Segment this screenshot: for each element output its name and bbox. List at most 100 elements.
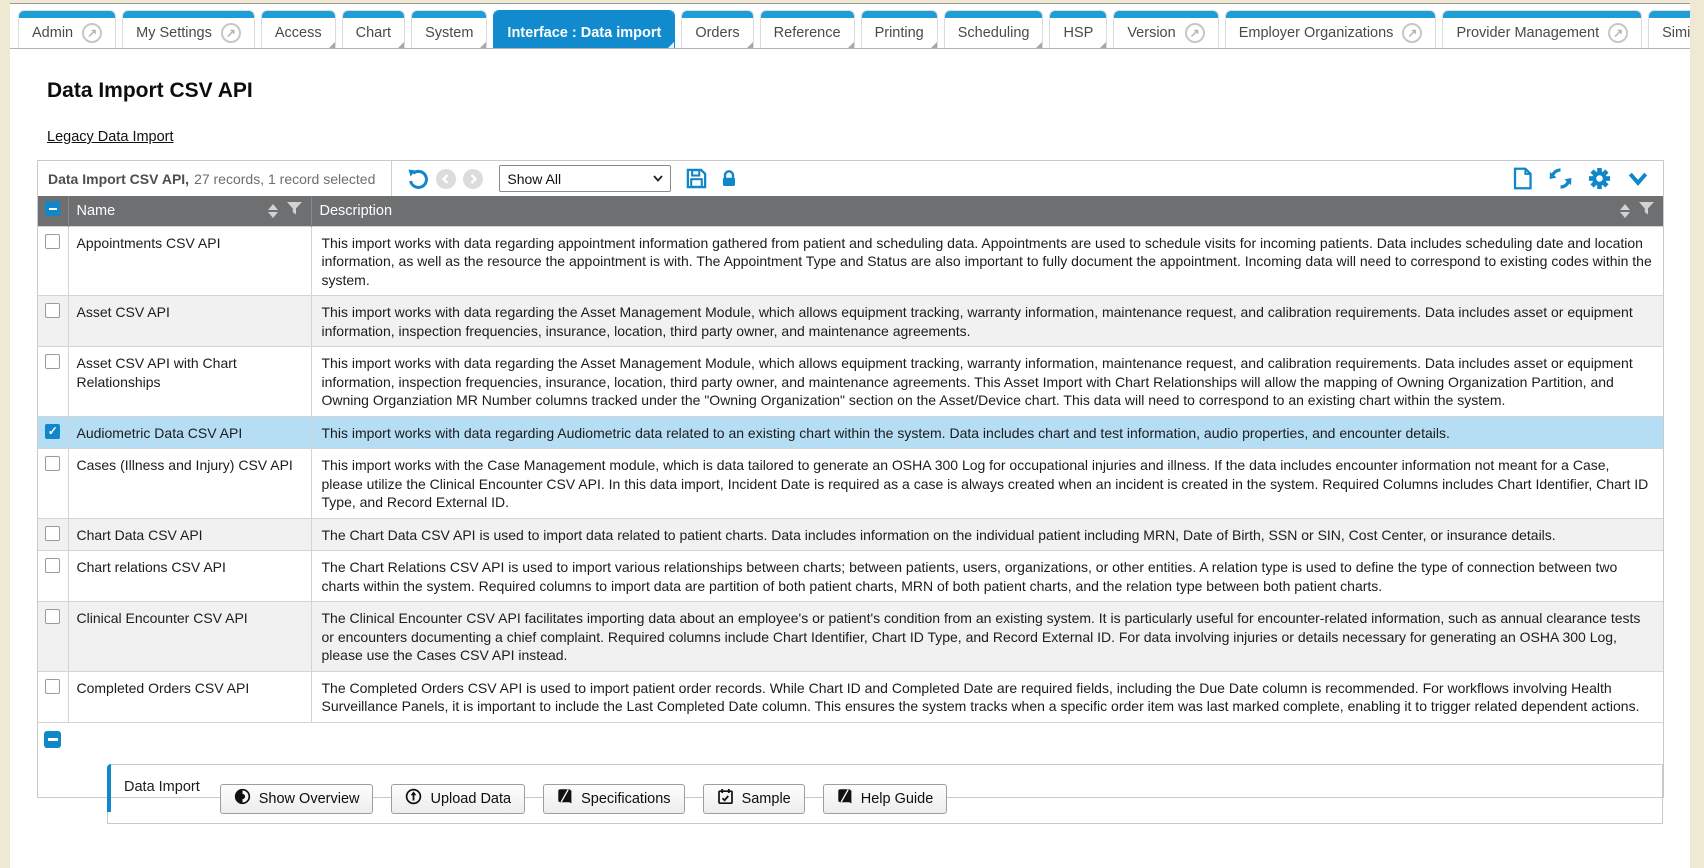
nav-tab[interactable]: Admin ↗ <box>18 10 116 48</box>
row-checkbox[interactable] <box>45 679 60 694</box>
footer-button-label: Show Overview <box>259 791 360 807</box>
popout-icon[interactable]: ↗ <box>1402 23 1422 43</box>
collapse-grid-chevron-icon[interactable] <box>1627 170 1649 188</box>
table-row[interactable]: Appointments CSV API This import works w… <box>38 226 1663 296</box>
nav-tab[interactable]: Printing <box>861 10 938 48</box>
footer-buttons: Show Overview Upload Data Specifications… <box>220 784 948 814</box>
popout-icon[interactable]: ↗ <box>82 23 102 43</box>
footer-action-button[interactable]: Specifications <box>543 784 684 814</box>
next-page-icon[interactable] <box>463 169 483 189</box>
tab-accent-cap <box>19 11 115 18</box>
detail-panel: Data Import Show Overview Upload Data Sp… <box>107 764 1663 824</box>
row-name: Chart Data CSV API <box>68 518 311 551</box>
filter-funnel-icon[interactable] <box>286 201 303 220</box>
popout-icon[interactable]: ↗ <box>1185 23 1205 43</box>
records-summary: 27 records, 1 record selected <box>194 171 375 187</box>
tab-label: Orders <box>695 25 739 41</box>
nav-tab[interactable]: My Settings ↗ <box>122 10 255 48</box>
tab-accent-cap <box>412 11 486 18</box>
nav-tab[interactable]: Employer Organizations ↗ <box>1225 10 1437 48</box>
row-checkbox[interactable] <box>45 456 60 471</box>
book-icon <box>557 788 573 809</box>
table-row[interactable]: Completed Orders CSV API The Completed O… <box>38 671 1663 722</box>
nav-tab[interactable]: Similar Exposure Groups (SE <box>1648 10 1690 48</box>
tab-accent-cap <box>862 11 937 18</box>
nav-tab[interactable]: Interface : Data import <box>493 10 675 48</box>
sort-icon[interactable] <box>268 204 278 218</box>
row-checkbox[interactable] <box>45 303 60 318</box>
filter-select[interactable]: Show All <box>499 165 671 192</box>
table-row[interactable]: Clinical Encounter CSV API The Clinical … <box>38 602 1663 672</box>
popout-icon[interactable]: ↗ <box>221 23 241 43</box>
tab-label: Version <box>1127 25 1175 41</box>
data-table: Name Description <box>38 196 1663 722</box>
row-name: Audiometric Data CSV API <box>68 416 311 449</box>
prev-page-icon[interactable] <box>436 169 456 189</box>
detail-tab-data-import[interactable]: Data Import <box>124 775 200 795</box>
table-row[interactable]: Chart Data CSV API The Chart Data CSV AP… <box>38 518 1663 551</box>
nav-tab[interactable]: Chart <box>342 10 405 48</box>
nav-tab[interactable]: Scheduling <box>944 10 1044 48</box>
filter-funnel-icon[interactable] <box>1638 201 1655 220</box>
row-checkbox[interactable] <box>45 424 60 439</box>
row-description: The Clinical Encounter CSV API facilitat… <box>311 602 1663 672</box>
nav-tab[interactable]: Access <box>261 10 336 48</box>
tab-bar: Admin ↗ My Settings ↗ Access Chart Syste… <box>10 4 1690 49</box>
app-window: Admin ↗ My Settings ↗ Access Chart Syste… <box>10 3 1690 868</box>
tab-label: Access <box>275 25 322 41</box>
sort-icon[interactable] <box>1620 204 1630 218</box>
table-row[interactable]: Audiometric Data CSV API This import wor… <box>38 416 1663 449</box>
footer-action-button[interactable]: Show Overview <box>220 784 374 814</box>
row-checkbox[interactable] <box>45 609 60 624</box>
footer-button-label: Sample <box>742 791 791 807</box>
tab-accent-cap <box>494 11 674 18</box>
row-description: This import works with the Case Manageme… <box>311 449 1663 519</box>
row-checkbox[interactable] <box>45 526 60 541</box>
gear-icon[interactable] <box>1588 167 1611 190</box>
grid-footer: Data Import Show Overview Upload Data Sp… <box>38 722 1663 797</box>
column-header-description[interactable]: Description <box>311 196 1663 226</box>
undo-icon[interactable] <box>405 167 429 191</box>
collapse-section-button[interactable] <box>44 731 61 748</box>
footer-action-button[interactable]: Help Guide <box>823 784 948 814</box>
row-name: Asset CSV API with Chart Relationships <box>68 347 311 417</box>
save-icon[interactable] <box>685 167 708 190</box>
refresh-icon[interactable] <box>1549 167 1572 190</box>
nav-tab[interactable]: Reference <box>760 10 855 48</box>
tab-label: Scheduling <box>958 25 1030 41</box>
row-description: This import works with data regarding th… <box>311 296 1663 347</box>
table-row[interactable]: Asset CSV API with Chart Relationships T… <box>38 347 1663 417</box>
row-checkbox[interactable] <box>45 234 60 249</box>
menu-fold-icon <box>398 42 404 48</box>
row-checkbox[interactable] <box>45 558 60 573</box>
row-description: This import works with data regarding th… <box>311 347 1663 417</box>
footer-button-label: Help Guide <box>861 791 934 807</box>
row-name: Cases (Illness and Injury) CSV API <box>68 449 311 519</box>
new-document-icon[interactable] <box>1512 167 1533 190</box>
nav-tab[interactable]: System <box>411 10 487 48</box>
footer-button-label: Upload Data <box>430 791 511 807</box>
eye-icon <box>234 788 251 809</box>
tab-accent-cap <box>1226 11 1436 18</box>
footer-action-button[interactable]: Upload Data <box>391 784 525 814</box>
lock-icon[interactable] <box>719 168 739 189</box>
table-row[interactable]: Chart relations CSV API The Chart Relati… <box>38 551 1663 602</box>
tab-accent-cap <box>343 11 404 18</box>
legacy-data-import-link[interactable]: Legacy Data Import <box>47 129 174 145</box>
footer-action-button[interactable]: Sample <box>703 784 805 814</box>
tab-label: My Settings <box>136 25 212 41</box>
table-row[interactable]: Cases (Illness and Injury) CSV API This … <box>38 449 1663 519</box>
row-checkbox[interactable] <box>45 354 60 369</box>
nav-tab[interactable]: HSP <box>1049 10 1107 48</box>
select-all-checkbox[interactable] <box>45 201 60 216</box>
tab-label: Printing <box>875 25 924 41</box>
nav-tab[interactable]: Version ↗ <box>1113 10 1218 48</box>
popout-icon[interactable]: ↗ <box>1608 23 1628 43</box>
column-header-name[interactable]: Name <box>68 196 311 226</box>
table-row[interactable]: Asset CSV API This import works with dat… <box>38 296 1663 347</box>
grid-toolbar: Data Import CSV API, 27 records, 1 recor… <box>38 161 1663 196</box>
nav-tab[interactable]: Orders <box>681 10 753 48</box>
nav-tab[interactable]: Provider Management ↗ <box>1442 10 1642 48</box>
tab-accent-cap <box>262 11 335 18</box>
row-name: Clinical Encounter CSV API <box>68 602 311 672</box>
